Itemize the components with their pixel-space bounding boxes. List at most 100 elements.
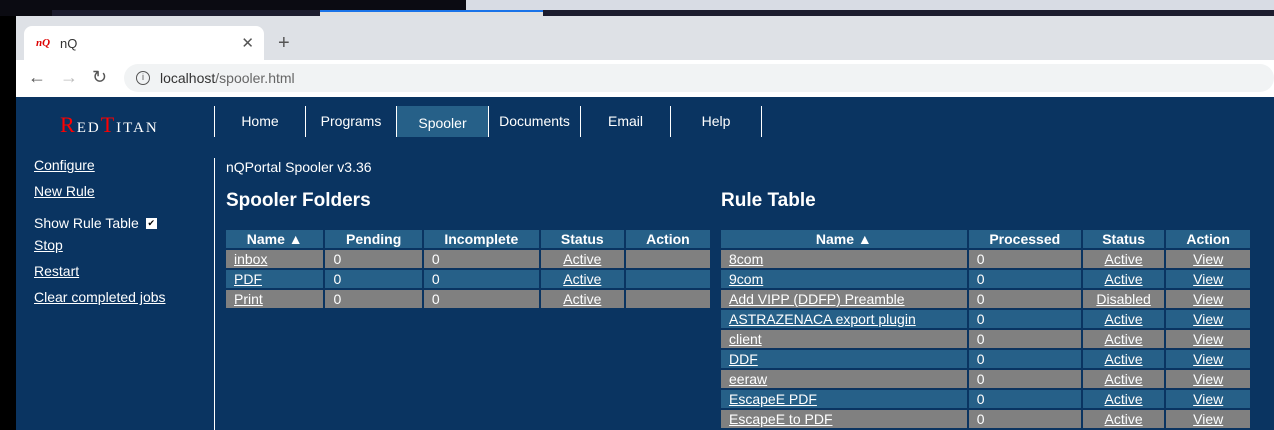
processed-cell: 0 [968, 350, 1081, 368]
table-row: 8com 0 Active View [721, 250, 1250, 268]
status-cell: Active [1082, 250, 1165, 268]
status-link[interactable]: Active [1105, 411, 1143, 427]
reload-icon[interactable]: ↻ [92, 67, 107, 88]
spooler-folders-table: Name ▲ Pending Incomplete Status Action inbox… [224, 228, 712, 310]
nav-spooler[interactable]: Spooler [396, 106, 488, 137]
table-row: PDF 0 0 Active [226, 270, 710, 288]
column-header[interactable]: Processed [968, 230, 1081, 248]
nav-programs[interactable]: Programs [305, 106, 396, 137]
nav-documents[interactable]: Documents [488, 106, 580, 137]
column-header[interactable]: Status [1082, 230, 1165, 248]
action-link[interactable]: View [1193, 331, 1223, 347]
column-header[interactable]: Name ▲ [226, 230, 324, 248]
column-header[interactable]: Action [1166, 230, 1250, 248]
clear-completed-jobs-link[interactable]: Clear completed jobs [34, 289, 166, 315]
processed-cell: 0 [968, 370, 1081, 388]
status-cell: Active [1082, 410, 1165, 428]
restart-link[interactable]: Restart [34, 263, 166, 289]
name-link[interactable]: PDF [234, 271, 262, 287]
status-link[interactable]: Active [563, 251, 601, 267]
column-header[interactable]: Action [625, 230, 710, 248]
forward-icon[interactable]: → [60, 67, 78, 88]
action-link[interactable]: View [1193, 351, 1223, 367]
processed-value: 0 [976, 331, 985, 347]
processed-value: 0 [976, 351, 985, 367]
close-tab-icon[interactable]: ✕ [241, 34, 254, 52]
status-link[interactable]: Active [1105, 271, 1143, 287]
redtitan-logo: REDTITAN [60, 112, 159, 137]
action-link[interactable]: View [1193, 311, 1223, 327]
rule-table-heading: Rule Table [721, 190, 816, 211]
pending-value: 0 [333, 271, 342, 287]
pending-value: 0 [333, 291, 342, 307]
action-cell: View [1166, 410, 1250, 428]
status-cell: Active [1082, 350, 1165, 368]
status-cell: Active [1082, 310, 1165, 328]
name-link[interactable]: EscapeE PDF [729, 391, 817, 407]
name-link[interactable]: 8com [729, 251, 763, 267]
nav-help[interactable]: Help [670, 106, 761, 137]
status-link[interactable]: Disabled [1096, 291, 1150, 307]
action-link[interactable]: View [1193, 271, 1223, 287]
back-icon[interactable]: ← [28, 67, 46, 88]
status-link[interactable]: Active [1105, 251, 1143, 267]
nav-email[interactable]: Email [580, 106, 670, 137]
action-cell: View [1166, 350, 1250, 368]
new-rule-link[interactable]: New Rule [34, 183, 166, 209]
name-link[interactable]: EscapeE to PDF [729, 411, 833, 427]
status-link[interactable]: Active [563, 271, 601, 287]
column-header[interactable]: Status [540, 230, 624, 248]
column-header[interactable]: Name ▲ [721, 230, 967, 248]
table-header: Name ▲ Pending Incomplete Status Action [226, 230, 710, 248]
name-link[interactable]: ASTRAZENACA export plugin [729, 311, 916, 327]
table-row: client 0 Active View [721, 330, 1250, 348]
name-link[interactable]: client [729, 331, 762, 347]
status-link[interactable]: Active [563, 291, 601, 307]
spooler-folders-heading: Spooler Folders [226, 190, 371, 211]
stop-link[interactable]: Stop [34, 237, 166, 263]
status-link[interactable]: Active [1105, 331, 1143, 347]
name-link[interactable]: 9com [729, 271, 763, 287]
incomplete-value: 0 [431, 271, 440, 287]
name-cell: Print [226, 290, 324, 308]
name-cell: Add VIPP (DDFP) Preamble [721, 290, 967, 308]
table-row: Print 0 0 Active [226, 290, 710, 308]
status-cell: Active [540, 270, 624, 288]
status-link[interactable]: Active [1105, 371, 1143, 387]
status-cell: Active [1082, 390, 1165, 408]
status-cell: Disabled [1082, 290, 1165, 308]
name-link[interactable]: eeraw [729, 371, 767, 387]
name-link[interactable]: Print [234, 291, 263, 307]
action-link[interactable]: View [1193, 411, 1223, 427]
main-nav: REDTITAN Home Programs Spooler Documents… [16, 106, 1274, 137]
table-row: DDF 0 Active View [721, 350, 1250, 368]
action-link[interactable]: View [1193, 251, 1223, 267]
column-header[interactable]: Pending [325, 230, 422, 248]
show-rule-table-checkbox[interactable]: ✔ [145, 217, 157, 229]
name-link[interactable]: Add VIPP (DDFP) Preamble [729, 291, 905, 307]
configure-link[interactable]: Configure [34, 157, 166, 183]
action-link[interactable]: View [1193, 371, 1223, 387]
address-bar[interactable]: i localhost/spooler.html [124, 64, 1274, 92]
processed-cell: 0 [968, 390, 1081, 408]
nav-home[interactable]: Home [214, 106, 305, 137]
name-cell: inbox [226, 250, 324, 268]
name-cell: PDF [226, 270, 324, 288]
status-link[interactable]: Active [1105, 351, 1143, 367]
status-link[interactable]: Active [1105, 311, 1143, 327]
browser-tab[interactable]: nQ nQ ✕ [24, 26, 264, 60]
name-cell: 9com [721, 270, 967, 288]
info-icon[interactable]: i [136, 71, 150, 85]
action-link[interactable]: View [1193, 291, 1223, 307]
column-header[interactable]: Incomplete [423, 230, 539, 248]
page: REDTITAN Home Programs Spooler Documents… [16, 97, 1274, 430]
new-tab-icon[interactable]: + [278, 32, 290, 55]
sidebar-divider [214, 158, 215, 430]
status-cell: Active [1082, 330, 1165, 348]
name-link[interactable]: DDF [729, 351, 758, 367]
processed-cell: 0 [968, 410, 1081, 428]
name-link[interactable]: inbox [234, 251, 267, 267]
status-link[interactable]: Active [1105, 391, 1143, 407]
table-row: eeraw 0 Active View [721, 370, 1250, 388]
action-link[interactable]: View [1193, 391, 1223, 407]
